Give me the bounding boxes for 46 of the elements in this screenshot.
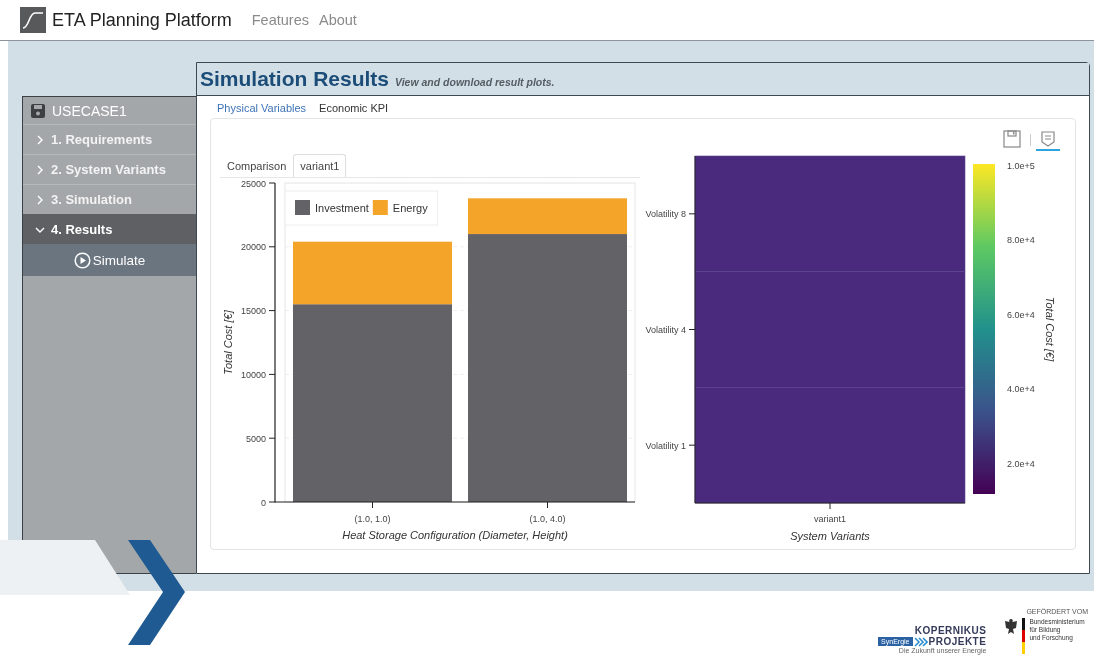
page-subtitle: View and download result plots.	[395, 76, 555, 88]
tab[interactable]: Comparison	[220, 154, 294, 177]
legend-label: Investment	[315, 202, 369, 214]
axis-tick-label: Volatility 1	[645, 440, 686, 451]
colorbar-tick-label: 2.0e+4	[1007, 458, 1035, 469]
comment-icon	[1040, 130, 1056, 148]
logo-text: KOPERNIKUS	[914, 625, 987, 636]
logo-text: PROJEKTE	[928, 636, 987, 647]
nav-link[interactable]: Features	[251, 12, 309, 28]
nav-link[interactable]: About	[319, 12, 357, 28]
project-name: USECASE1	[52, 102, 127, 119]
legend-label: Energy	[392, 202, 428, 214]
colorbar-title: Total Cost [€]	[1044, 296, 1056, 362]
axis-tick-label: 20000	[240, 242, 266, 253]
axis-tick-label: Volatility 4	[645, 325, 686, 335]
axis-title: Heat Storage Configuration (Diameter, Height)	[342, 529, 568, 541]
colorbar-tick-label: 1.0e+5	[1007, 160, 1035, 171]
logo-icon	[20, 7, 46, 33]
chevrons-icon	[913, 636, 928, 647]
sidebar-subitem[interactable]: Simulate	[23, 244, 196, 276]
app-title: ETA Planning Platform	[52, 9, 232, 31]
flag-stripe	[1022, 618, 1026, 654]
axis-tick-label: 0	[261, 497, 266, 508]
axis-title: System Variants	[790, 530, 870, 542]
axis-tick-label: Volatility 8	[645, 209, 686, 220]
tab[interactable]: variant1	[293, 154, 347, 177]
axis-tick-label: 10000	[240, 369, 266, 380]
sidebar-item[interactable]: 4. Results	[23, 214, 196, 244]
axis-tick-label: (1.0, 4.0)	[529, 514, 566, 524]
axis-tick-label: 5000	[245, 433, 266, 444]
save-icon	[31, 103, 45, 118]
save-icon	[1003, 130, 1021, 148]
colorbar-tick-label: 8.0e+4	[1007, 235, 1035, 245]
axis-title: Total Cost [€]	[222, 310, 234, 375]
play-circle-icon	[73, 251, 91, 269]
axis-tick-label: variant1	[814, 514, 846, 524]
eagle-icon	[1004, 618, 1019, 635]
axis-tick-label: 25000	[240, 178, 266, 189]
comment-button[interactable]	[1036, 129, 1060, 151]
axis-tick-label: 15000	[240, 306, 266, 317]
colorbar-tick-label: 4.0e+4	[1007, 384, 1035, 394]
colorbar-tick-label: 6.0e+4	[1007, 309, 1035, 320]
tab[interactable]: Physical Variables	[217, 101, 307, 114]
tab[interactable]: Economic KPI	[319, 101, 389, 114]
page-title: Simulation Results	[200, 67, 390, 91]
axis-tick-label: (1.0, 1.0)	[354, 514, 391, 524]
